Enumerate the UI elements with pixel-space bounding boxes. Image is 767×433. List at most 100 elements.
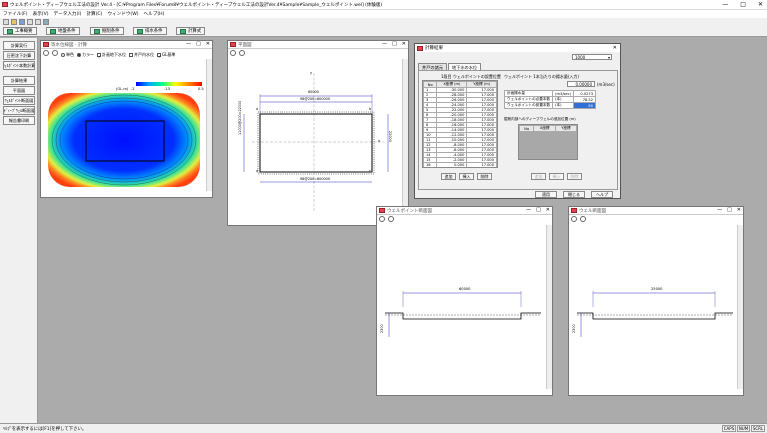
close-icon[interactable]: ✕ (613, 45, 617, 51)
plan-dim-bottom: 98@200=600000 (300, 177, 330, 181)
preview-icon[interactable] (35, 19, 41, 25)
num-indicator: NUM (737, 425, 750, 432)
title-bar: ウェルポイント・ディープウェル工法の設計 Ver.4 - [C:¥Program… (0, 0, 767, 10)
deepwell-section-button[interactable]: ﾃﾞｨｰﾌﾟｳｪﾙ断面図 (3, 106, 35, 115)
maximize-icon[interactable]: □ (196, 41, 201, 47)
window-icon (379, 208, 385, 213)
menu-view[interactable]: 表示(V) (33, 11, 49, 17)
new-file-icon[interactable] (3, 19, 9, 25)
zoom-in-icon[interactable] (230, 50, 236, 56)
result-row: ウェルポイントの設置本数 (本) 80 (503, 102, 596, 109)
contour-vscroll[interactable] (206, 59, 212, 191)
dw-section-vscroll[interactable] (737, 225, 743, 389)
cell-x[interactable]: 0.000 (436, 162, 468, 167)
plan-dim-right: 22000 (388, 131, 392, 142)
save-icon[interactable] (19, 19, 25, 25)
minimize-icon[interactable]: — (717, 207, 722, 213)
close-icon[interactable]: ✕ (737, 207, 741, 213)
maximize-icon[interactable]: □ (392, 41, 397, 47)
work-summary-button[interactable]: 工事概要 (3, 27, 37, 35)
minimize-button[interactable]: — (722, 1, 728, 8)
zoom-out-icon[interactable] (239, 50, 245, 56)
menu-data-input[interactable]: データ入力(I) (54, 11, 82, 17)
scrl-indicator: SCRL (751, 425, 765, 432)
ground-condition-button[interactable]: 地盤条件 (46, 27, 80, 35)
close-icon[interactable]: ✕ (206, 41, 210, 47)
contour-window: 等水位線図 - 計算 — □ ✕ 単色 カラー ✓計画地下水位 井戸内水位 ✓GL基… (40, 40, 213, 198)
zoom-in-icon[interactable] (571, 216, 577, 222)
window-icon (571, 208, 577, 213)
result-label: ウェルポイントの設置本数 (503, 102, 554, 109)
drainage-icon (137, 28, 143, 34)
wp-flow-input[interactable]: 0.00000 (567, 81, 595, 87)
delete-button[interactable]: 削除 (477, 173, 492, 180)
close-icon[interactable]: ✕ (402, 41, 406, 47)
plan-vscroll[interactable] (402, 59, 408, 219)
deep-col-x: X座標 (533, 125, 556, 132)
zoom-out-icon[interactable] (388, 216, 394, 222)
deep-col-no: No (518, 125, 535, 132)
wellpoint-section-button[interactable]: ｳｪﾙﾎﾟｲﾝﾄ断面図 (3, 96, 35, 105)
print-icon[interactable] (27, 19, 33, 25)
menu-file[interactable]: ファイル(F) (3, 11, 28, 17)
design-wl-checkbox[interactable]: ✓計画地下水位 (97, 52, 126, 59)
zoom-in-icon[interactable] (43, 50, 49, 56)
report-print-button[interactable]: 報告書印刷 (3, 116, 35, 125)
window-icon (43, 42, 49, 47)
color-legend-bar (136, 82, 202, 86)
contour-window-title: 等水位線図 - 計算 — □ ✕ (41, 41, 212, 49)
calc-result-button[interactable]: 計算結果 (3, 76, 35, 85)
close-button[interactable]: ✕ (758, 1, 763, 8)
help-icon[interactable] (43, 19, 49, 25)
color-radio[interactable]: カラー (77, 52, 94, 58)
menu-window[interactable]: ウィンドウ(W) (107, 11, 138, 17)
input-toolbar: 工事概要 地盤条件 掘削条件 排水条件 計算式 (0, 26, 767, 37)
drainage-condition-button[interactable]: 排水条件 (133, 27, 167, 35)
table-row[interactable]: 16 0.000 17.000 (423, 162, 497, 167)
plan-window: 平面図 — □ ✕ 60000 98@200=600000 98@200=60000… (227, 40, 409, 226)
minimize-icon[interactable]: — (186, 41, 191, 47)
gl-base-checkbox[interactable]: ✓GL基準 (157, 52, 175, 59)
minimize-icon[interactable]: — (526, 207, 531, 213)
consolidation-button[interactable]: 圧密沈下計算 (3, 51, 35, 60)
delete-button-2[interactable]: 削除 (567, 173, 582, 180)
zoom-in-icon[interactable] (379, 216, 385, 222)
wellpoint-count-button[interactable]: ｳｪﾙﾎﾟｲﾝﾄ本数計算 (3, 61, 35, 70)
menu-help[interactable]: ヘルプ(H) (144, 11, 165, 17)
formula-button[interactable]: 計算式 (176, 27, 206, 35)
cell-y[interactable]: 17.000 (466, 162, 497, 167)
minimize-icon[interactable]: — (382, 41, 387, 47)
run-calc-button[interactable]: 計算実行 (3, 41, 35, 50)
wp-section-vscroll[interactable] (546, 225, 552, 389)
corner-c-label: c (369, 169, 371, 173)
axis-y-label: y (310, 71, 313, 75)
insert-button[interactable]: 挿入 (459, 173, 474, 180)
window-icon (230, 42, 236, 47)
plan-view-button[interactable]: 平面図 (3, 86, 35, 95)
maximize-button[interactable]: □ (740, 1, 746, 8)
add-button-2[interactable]: 追加 (531, 173, 546, 180)
close-icon[interactable]: ✕ (546, 207, 550, 213)
mono-radio[interactable]: 単色 (61, 52, 74, 58)
insert-button-2[interactable]: 挿入 (549, 173, 564, 180)
zoom-out-icon[interactable] (52, 50, 58, 56)
contour-plot (48, 93, 200, 187)
excavation-condition-button[interactable]: 掘削条件 (90, 27, 124, 35)
corner-d-label: d (256, 169, 259, 173)
help-button[interactable]: ヘルプ (591, 191, 613, 198)
app-icon (2, 2, 8, 7)
add-button[interactable]: 追加 (441, 173, 456, 180)
deepwell-section-title: ウェル断面図 — □ ✕ (569, 207, 743, 215)
close-dialog-button[interactable]: 閉じる (563, 191, 585, 198)
case-select[interactable]: 1000 ▾ (572, 54, 612, 60)
open-folder-icon[interactable] (11, 19, 17, 25)
cell-no[interactable]: 16 (423, 162, 438, 167)
menu-calc[interactable]: 計算(C) (86, 11, 102, 17)
maximize-icon[interactable]: □ (727, 207, 732, 213)
zoom-out-icon[interactable] (580, 216, 586, 222)
icon-toolbar (0, 18, 767, 26)
dialog-title-bar: 計算結果 ✕ (415, 44, 620, 52)
well-wl-checkbox[interactable]: 井戸内水位 (129, 52, 154, 58)
apply-button[interactable]: 適用 (535, 191, 557, 198)
maximize-icon[interactable]: □ (536, 207, 541, 213)
